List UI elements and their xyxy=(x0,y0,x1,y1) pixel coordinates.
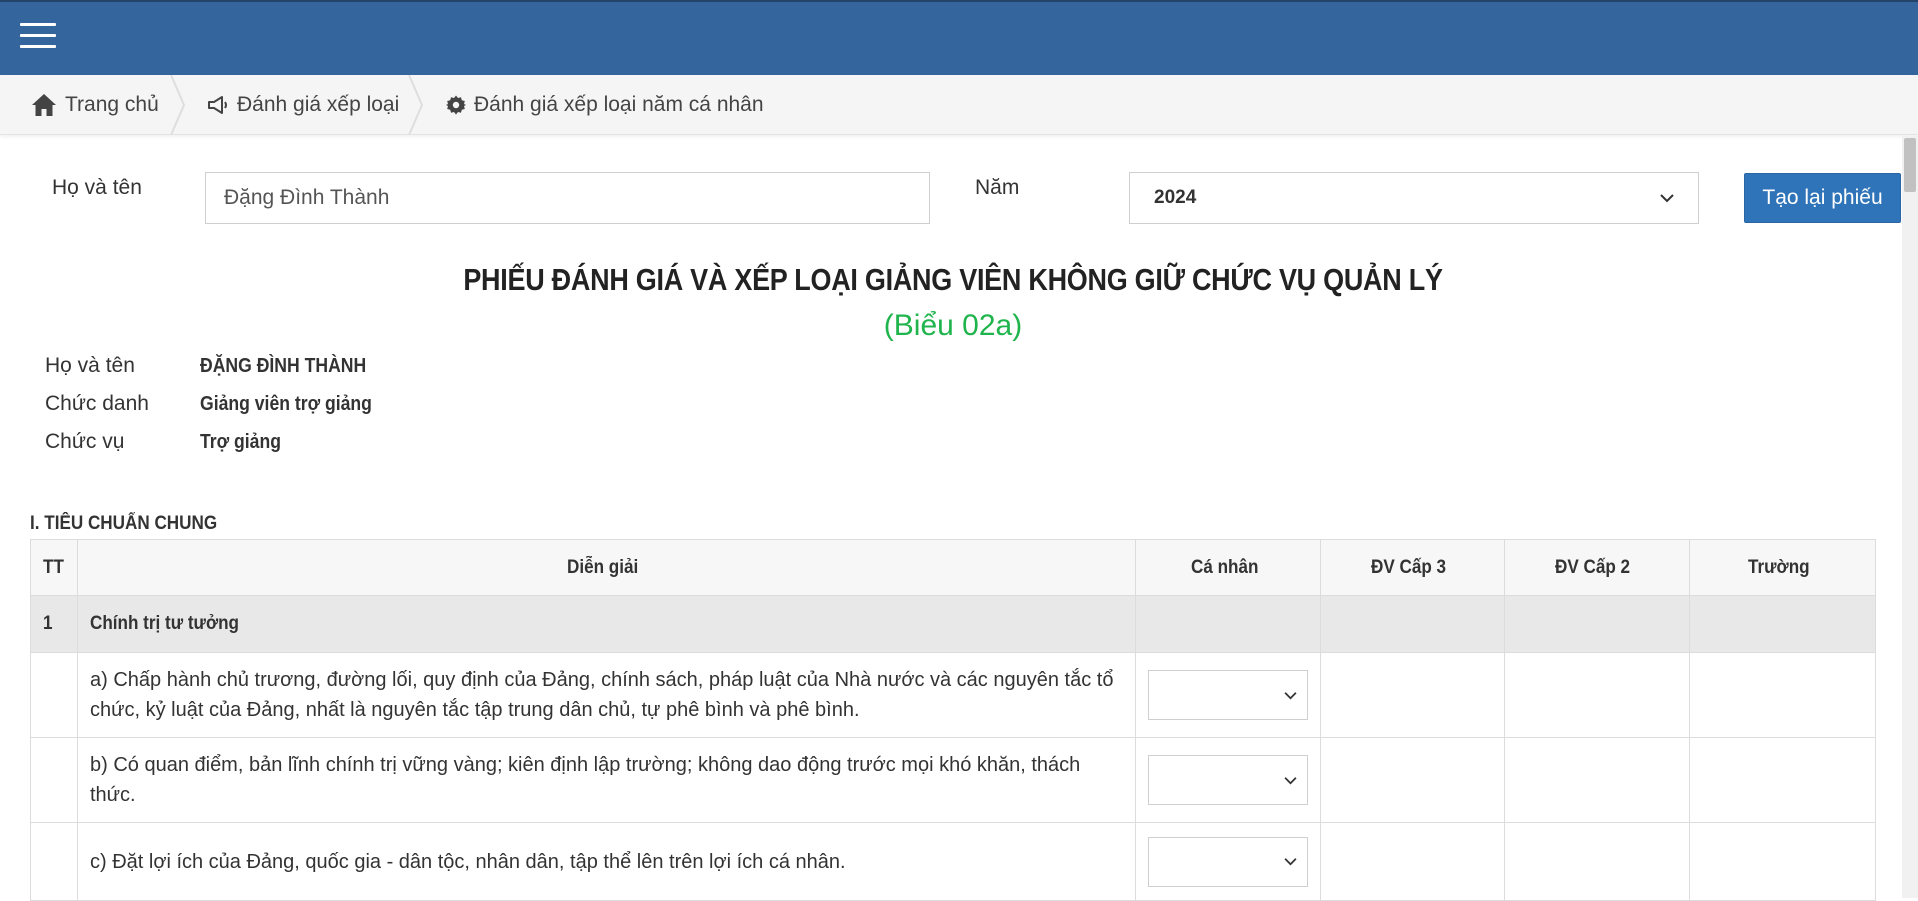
sheet-title: PHIẾU ĐÁNH GIÁ VÀ XẾP LOẠI GIẢNG VIÊN KH… xyxy=(463,262,1443,297)
info-label-position: Chức vụ xyxy=(45,430,125,453)
info-value-name: ĐẶNG ĐÌNH THÀNH xyxy=(200,355,367,377)
breadcrumb-current-label: Đánh giá xếp loại năm cá nhân xyxy=(474,93,764,116)
breadcrumb-separator xyxy=(408,75,424,135)
header-tt: TT xyxy=(30,539,78,596)
year-label: Năm xyxy=(975,176,1020,199)
breadcrumb-separator xyxy=(170,75,186,135)
home-icon xyxy=(32,94,56,116)
name-label: Họ và tên xyxy=(52,176,142,199)
info-label-name: Họ và tên xyxy=(45,354,135,377)
info-value-title: Giảng viên trợ giảng xyxy=(200,393,372,415)
breadcrumb-evaluation[interactable]: Đánh giá xếp loại xyxy=(207,75,399,135)
chevron-down-icon xyxy=(1284,776,1297,784)
evaluation-table: TT Diễn giải Cá nhân ĐV Cấp 3 ĐV Cấp 2 T… xyxy=(30,539,1876,901)
name-input[interactable]: Đặng Đình Thành xyxy=(205,172,930,224)
table-header-row: TT Diễn giải Cá nhân ĐV Cấp 3 ĐV Cấp 2 T… xyxy=(30,539,1876,596)
breadcrumb-home[interactable]: Trang chủ xyxy=(31,75,159,135)
chevron-down-icon xyxy=(1660,194,1674,203)
header-school: Trường xyxy=(1689,539,1876,596)
year-select[interactable]: 2024 xyxy=(1129,172,1699,224)
table-group-row: 1 Chính trị tư tưởng xyxy=(30,595,1876,653)
header-unit-level-2: ĐV Cấp 2 xyxy=(1504,539,1691,596)
breadcrumb-home-label: Trang chủ xyxy=(65,93,159,116)
table-row: c) Đặt lợi ích của Đảng, quốc gia - dân … xyxy=(30,822,1876,901)
header-individual: Cá nhân xyxy=(1135,539,1322,596)
gear-icon xyxy=(446,95,466,115)
breadcrumb-current[interactable]: Đánh giá xếp loại năm cá nhân xyxy=(446,75,764,135)
info-label-title: Chức danh xyxy=(45,392,149,415)
page-scrollbar[interactable] xyxy=(1902,136,1918,898)
chevron-down-icon xyxy=(1284,858,1297,866)
megaphone-icon xyxy=(208,96,227,114)
group-number: 1 xyxy=(30,595,78,653)
breadcrumb: Trang chủ Đánh giá xếp loại Đánh giá xếp… xyxy=(0,75,1918,135)
table-row: b) Có quan điểm, bản lĩnh chính trị vững… xyxy=(30,737,1876,823)
header-description: Diễn giải xyxy=(76,539,1137,596)
individual-score-select[interactable] xyxy=(1148,670,1309,720)
criterion-text: c) Đặt lợi ích của Đảng, quốc gia - dân … xyxy=(76,822,1137,901)
chevron-down-icon xyxy=(1284,691,1297,699)
group-label: Chính trị tư tưởng xyxy=(76,595,1137,653)
info-value-position: Trợ giảng xyxy=(200,431,281,453)
year-select-value: 2024 xyxy=(1154,187,1197,208)
criterion-text: b) Có quan điểm, bản lĩnh chính trị vững… xyxy=(76,737,1137,823)
table-row: a) Chấp hành chủ trương, đường lối, quy … xyxy=(30,652,1876,738)
menu-icon[interactable] xyxy=(20,23,56,51)
section-title: I. TIÊU CHUẨN CHUNG xyxy=(30,513,218,534)
top-navbar xyxy=(0,0,1918,75)
scrollbar-thumb[interactable] xyxy=(1904,138,1916,192)
criterion-text: a) Chấp hành chủ trương, đường lối, quy … xyxy=(76,652,1137,738)
sheet-subtitle: (Biểu 02a) xyxy=(883,309,1023,342)
individual-score-select[interactable] xyxy=(1148,755,1309,805)
regenerate-sheet-button[interactable]: Tạo lại phiếu xyxy=(1744,173,1901,223)
individual-score-select[interactable] xyxy=(1148,836,1309,887)
breadcrumb-evaluation-label: Đánh giá xếp loại xyxy=(237,93,400,116)
header-unit-level-3: ĐV Cấp 3 xyxy=(1320,539,1506,596)
